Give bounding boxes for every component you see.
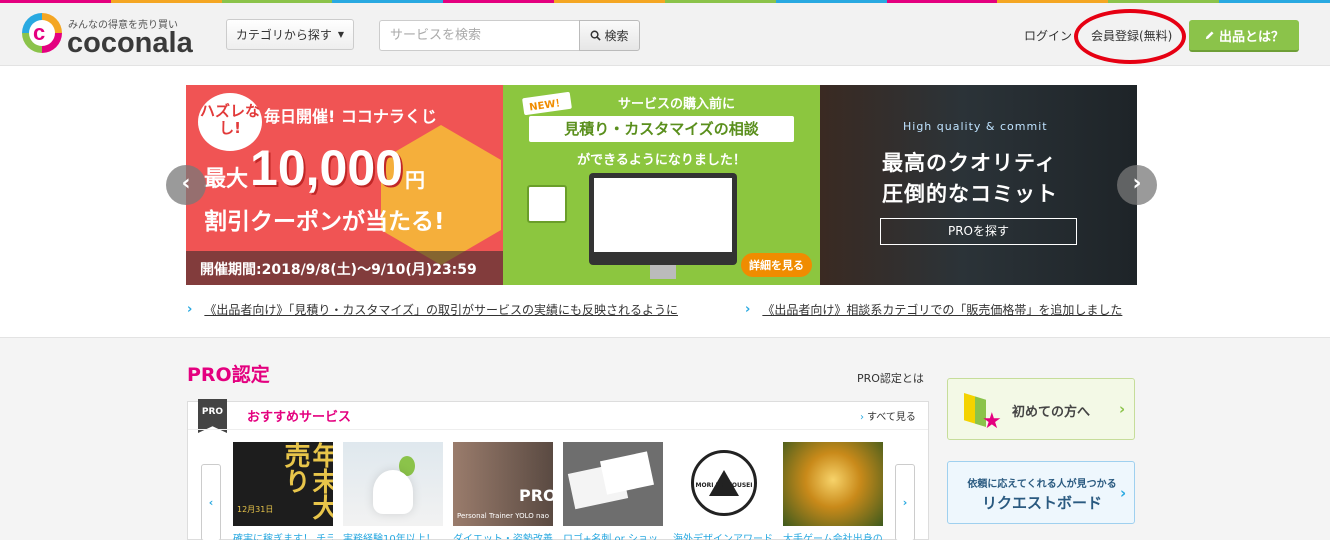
category-dropdown-button[interactable]: カテゴリから探す ▼ xyxy=(226,19,354,50)
estimate-line3: ができるようになりました！ xyxy=(577,153,746,168)
service-card[interactable]: PRO Personal Trainer YOLO nao ダイエット・姿勢改善 xyxy=(453,442,553,540)
search-form: 検索 xyxy=(379,20,640,51)
chevron-right-icon: › xyxy=(745,302,751,317)
login-link[interactable]: ログイン xyxy=(1024,27,1072,44)
service-card[interactable]: MORI NO YOUSEI 海外デザインアワード xyxy=(673,442,773,540)
service-thumbnail: PRO Personal Trainer YOLO nao xyxy=(453,442,553,526)
thumbs-next-button[interactable]: › xyxy=(895,464,915,540)
see-all-link[interactable]: › すべて見る xyxy=(860,408,916,423)
service-caption[interactable]: 確実に稼ぎます！ チラ xyxy=(233,530,333,540)
amount-number: 10,000 xyxy=(250,140,403,196)
search-button[interactable]: 検索 xyxy=(579,20,640,51)
sell-info-button[interactable]: 出品とは？ xyxy=(1189,20,1299,52)
service-thumbnail xyxy=(343,442,443,526)
service-caption[interactable]: ロゴ+名刺 or ショッ xyxy=(563,530,663,540)
chevron-right-icon: › xyxy=(187,302,193,317)
service-thumbnail xyxy=(563,442,663,526)
lottery-amount-row: 最大 10,000 円 xyxy=(204,143,425,193)
category-button-label: カテゴリから探す xyxy=(235,28,332,42)
chevron-left-icon: ‹ xyxy=(208,496,214,509)
estimate-line2: 見積り・カスタマイズの相談 xyxy=(529,116,794,142)
recommended-title: おすすめサービス xyxy=(247,410,352,425)
pro-section-title: PRO認定 xyxy=(187,364,270,386)
hero-carousel: ハズレなし! 毎日開催! ココナラくじ 最大 10,000 円 割引クーポンが当… xyxy=(186,85,1137,285)
chevron-left-icon: ‹ xyxy=(181,171,191,196)
amount-unit: 円 xyxy=(404,168,425,192)
search-input[interactable] xyxy=(379,20,579,51)
thumbnail-overlay-text: MORI NO YOUSEI xyxy=(695,482,753,489)
pro-english-tagline: High quality & commit xyxy=(903,120,1048,133)
request-board-title: リクエストボード xyxy=(981,494,1102,512)
news-item: › 《出品者向け》相談系カテゴリでの「販売価格帯」を追加しました xyxy=(745,301,1122,318)
coconala-logo-icon: c xyxy=(22,13,62,53)
monitor-stand xyxy=(650,265,676,279)
service-caption[interactable]: ダイエット・姿勢改善 xyxy=(453,530,553,540)
pro-line1: 最高のクオリティ xyxy=(882,151,1057,175)
news-item: › 《出品者向け》「見積り・カスタマイズ」の取引がサービスの実績にも反映されるよ… xyxy=(187,301,678,318)
search-button-label: 検索 xyxy=(604,29,629,43)
thumbnail-overlay-sub: Personal Trainer YOLO nao xyxy=(457,512,549,520)
hero-slide-estimate[interactable]: NEW！ サービスの購入前に 見積り・カスタマイズの相談 ができるようになりまし… xyxy=(503,85,820,285)
carousel-next-button[interactable]: › xyxy=(1117,165,1157,205)
service-caption[interactable]: 実務経験10年以上！ xyxy=(343,530,443,540)
service-card[interactable]: ロゴ+名刺 or ショッ xyxy=(563,442,663,540)
beginner-label: 初めての方へ xyxy=(1012,405,1091,420)
service-thumbnails: 年末大売り 12月31日 確実に稼ぎます！ チラ 実務経験10年以上！ PRO … xyxy=(233,442,883,540)
pencil-icon xyxy=(1205,30,1214,39)
service-thumbnail: MORI NO YOUSEI xyxy=(673,442,773,526)
thumbs-prev-button[interactable]: ‹ xyxy=(201,464,221,540)
service-card[interactable]: 年末大売り 12月31日 確実に稼ぎます！ チラ xyxy=(233,442,333,540)
service-thumbnail xyxy=(783,442,883,526)
document-icon xyxy=(527,185,567,223)
divider xyxy=(188,429,928,430)
recommended-services-panel: PRO おすすめサービス › すべて見る ‹ › 年末大売り 12月31日 確実に… xyxy=(187,399,929,540)
chevron-right-icon: › xyxy=(1119,400,1126,418)
coconala-logo[interactable]: c みんなの得意を売り買い coconala xyxy=(22,11,212,59)
hero-slide-pro[interactable]: High quality & commit 最高のクオリティ 圧倒的なコミット … xyxy=(820,85,1137,285)
see-all-label: すべて見る xyxy=(867,412,916,423)
estimate-line1: サービスの購入前に xyxy=(617,97,735,112)
service-thumbnail: 年末大売り 12月31日 xyxy=(233,442,333,526)
site-header: c みんなの得意を売り買い coconala カテゴリから探す ▼ 検索 ログイ… xyxy=(0,3,1330,66)
beginner-guide-banner[interactable]: ★ 初めての方へ › xyxy=(947,378,1135,440)
thumbnail-overlay-text: 年末大売り xyxy=(280,442,333,520)
lottery-headline: 毎日開催! ココナラくじ xyxy=(264,107,437,126)
star-icon: ★ xyxy=(982,409,1002,434)
service-caption[interactable]: 海外デザインアワード xyxy=(673,530,773,540)
thumbnail-overlay-text: PRO xyxy=(519,486,553,505)
pro-about-link[interactable]: PRO認定とは xyxy=(857,370,924,386)
monitor-illustration xyxy=(589,173,737,265)
sell-button-label: 出品とは？ xyxy=(1218,29,1284,45)
request-board-subtitle: 依頼に応えてくれる人が見つかる xyxy=(967,479,1117,490)
highlight-oval xyxy=(1074,9,1186,64)
see-details-button[interactable]: 詳細を見る xyxy=(741,253,812,277)
chevron-right-icon: › xyxy=(860,412,864,423)
news-link[interactable]: 《出品者向け》相談系カテゴリでの「販売価格帯」を追加しました xyxy=(762,301,1122,318)
news-link[interactable]: 《出品者向け》「見積り・カスタマイズ」の取引がサービスの実績にも反映されるように xyxy=(204,301,678,318)
carousel-prev-button[interactable]: ‹ xyxy=(166,165,206,205)
thumbnail-overlay-sub: 12月31日 xyxy=(237,505,274,514)
caret-down-icon: ▼ xyxy=(337,30,345,39)
service-card[interactable]: 大手ゲーム会社出身の xyxy=(783,442,883,540)
amount-prefix: 最大 xyxy=(204,167,249,192)
pro-line2: 圧倒的なコミット xyxy=(882,182,1058,206)
logo-wordmark: coconala xyxy=(67,27,193,59)
find-pro-button[interactable]: PROを探す xyxy=(880,218,1077,245)
search-icon xyxy=(591,30,602,41)
service-card[interactable]: 実務経験10年以上！ xyxy=(343,442,443,540)
pro-flag-icon: PRO xyxy=(198,399,227,433)
hero-slide-lottery[interactable]: ハズレなし! 毎日開催! ココナラくじ 最大 10,000 円 割引クーポンが当… xyxy=(186,85,503,285)
coupon-text: 割引クーポンが当たる! xyxy=(204,209,445,235)
chevron-right-icon: › xyxy=(902,496,908,509)
campaign-period: 開催期間:2018/9/8(土)〜9/10(月)23:59 xyxy=(186,251,503,285)
service-caption[interactable]: 大手ゲーム会社出身の xyxy=(783,530,883,540)
chevron-right-icon: › xyxy=(1132,171,1142,196)
chevron-right-icon: › xyxy=(1120,484,1127,502)
request-board-banner[interactable]: 依頼に応えてくれる人が見つかる リクエストボード › xyxy=(947,461,1135,524)
